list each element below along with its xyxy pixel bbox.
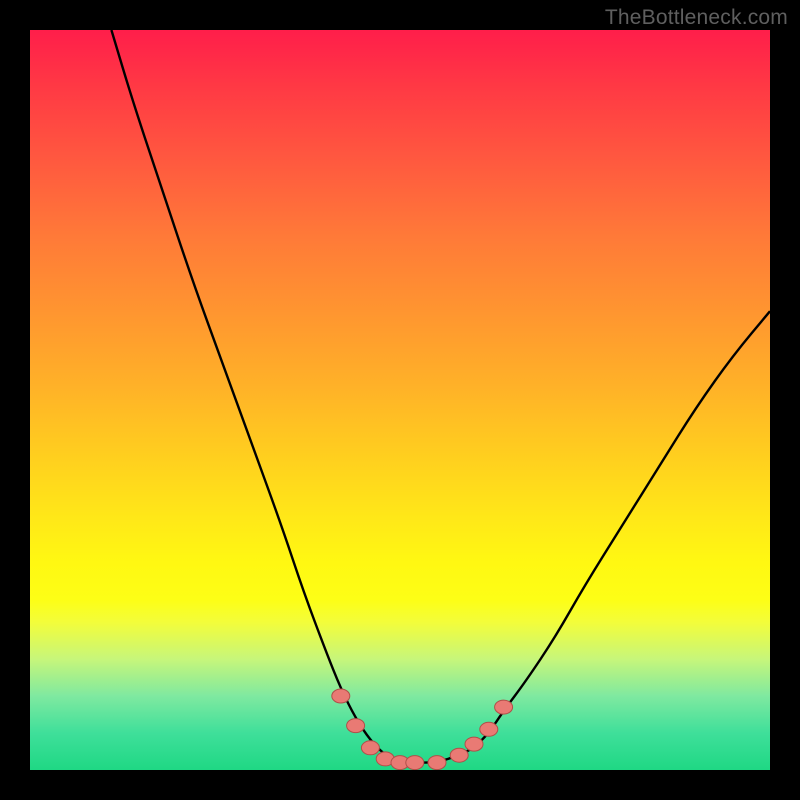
- curve-path: [111, 30, 770, 763]
- chart-frame: TheBottleneck.com: [0, 0, 800, 800]
- curve-marker: [428, 756, 446, 770]
- curve-marker: [332, 689, 350, 703]
- attribution-label: TheBottleneck.com: [605, 6, 788, 30]
- curve-marker: [361, 741, 379, 755]
- bottleneck-curve: [30, 30, 770, 770]
- curve-marker: [406, 756, 424, 770]
- curve-marker: [480, 722, 498, 736]
- curve-marker: [465, 737, 483, 751]
- plot-area: [30, 30, 770, 770]
- curve-marker: [347, 719, 365, 733]
- marker-group: [332, 689, 513, 770]
- curve-marker: [450, 748, 468, 762]
- curve-marker: [495, 700, 513, 714]
